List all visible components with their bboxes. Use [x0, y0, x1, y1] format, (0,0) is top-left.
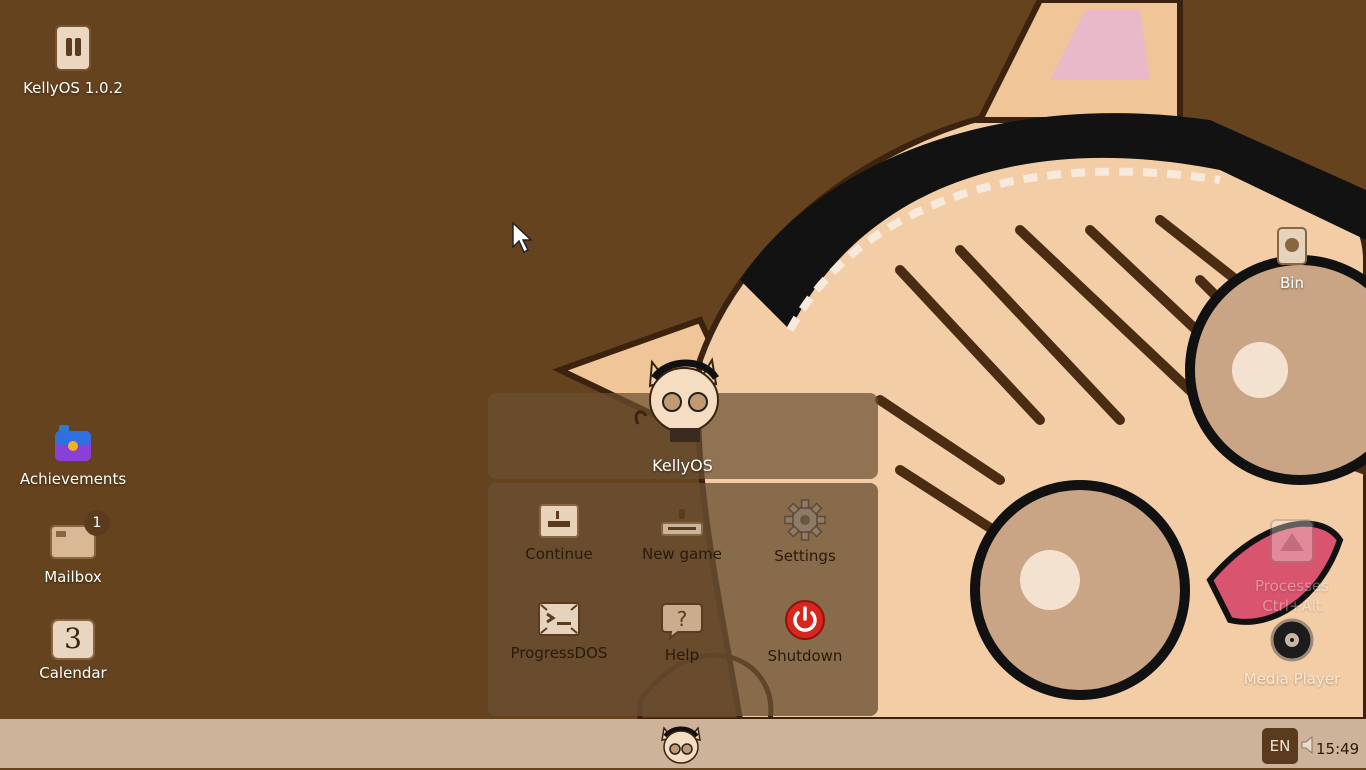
desktop-icon-calendar[interactable]: 3 Calendar: [18, 618, 128, 682]
menu-item-label: New game: [641, 545, 723, 563]
mailbox-badge: 1: [84, 510, 110, 536]
desktop-icon-sublabel: Ctrl+Alt: [1262, 597, 1322, 615]
progressdos-icon: [494, 600, 624, 642]
desktop-icon-label: Calendar: [39, 664, 107, 682]
start-button[interactable]: [656, 722, 706, 766]
desktop-icon-media-player[interactable]: Media Player: [1237, 618, 1347, 688]
language-button[interactable]: EN: [1262, 728, 1298, 764]
desktop-icon-bin[interactable]: Bin: [1237, 224, 1347, 292]
calendar-icon: 3: [51, 618, 95, 660]
continue-icon: [494, 503, 624, 543]
desktop-icon-processes[interactable]: Processes Ctrl+Alt: [1237, 519, 1347, 615]
media-player-icon: [1237, 618, 1347, 666]
pause-icon: [18, 25, 128, 75]
briefcase-icon: [18, 422, 128, 466]
menu-item-progressdos[interactable]: ProgressDOS: [494, 600, 624, 662]
desktop-icon-achievements[interactable]: Achievements: [18, 422, 128, 488]
gear-icon: [740, 499, 870, 545]
kelly-avatar-icon: [661, 726, 701, 764]
desktop-icon-mailbox[interactable]: 1 Mailbox: [18, 510, 128, 586]
desktop-icon-label: KellyOS 1.0.2: [23, 79, 123, 97]
help-icon: ?: [617, 600, 747, 644]
menu-item-label: Settings: [774, 547, 836, 565]
menu-item-label: Help: [664, 646, 700, 664]
menu-item-continue[interactable]: Continue: [494, 503, 624, 563]
processes-icon: [1237, 519, 1347, 567]
mouse-cursor-icon: [512, 222, 533, 254]
taskbar-clock: 15:49: [1316, 740, 1360, 758]
calendar-day: 3: [64, 622, 82, 655]
desktop-icon-label: Bin: [1280, 274, 1304, 292]
kelly-avatar-icon: [634, 357, 719, 442]
user-avatar[interactable]: [632, 352, 732, 444]
desktop-icon-label: Achievements: [19, 470, 127, 488]
desktop-icon-label: Mailbox: [44, 568, 102, 586]
menu-item-label: Continue: [525, 545, 593, 563]
new-game-icon: [617, 503, 747, 543]
desktop-icon-label: Media Player: [1243, 670, 1341, 688]
menu-item-help[interactable]: ? Help: [617, 600, 747, 664]
desktop-icon-label: Processes: [1255, 577, 1329, 595]
start-menu-user-label: KellyOS: [652, 456, 713, 475]
menu-item-shutdown[interactable]: Shutdown: [740, 599, 870, 665]
svg-text:?: ?: [677, 607, 688, 631]
menu-item-label: ProgressDOS: [510, 644, 608, 662]
trash-bin-icon: [1237, 224, 1347, 270]
volume-icon[interactable]: [1301, 736, 1317, 754]
power-icon: [740, 599, 870, 645]
menu-item-label: Shutdown: [767, 647, 843, 665]
menu-item-new-game[interactable]: New game: [617, 503, 747, 563]
menu-item-settings[interactable]: Settings: [740, 499, 870, 565]
mail-icon: [18, 520, 128, 564]
desktop-icon-kellyos[interactable]: KellyOS 1.0.2: [18, 25, 128, 97]
